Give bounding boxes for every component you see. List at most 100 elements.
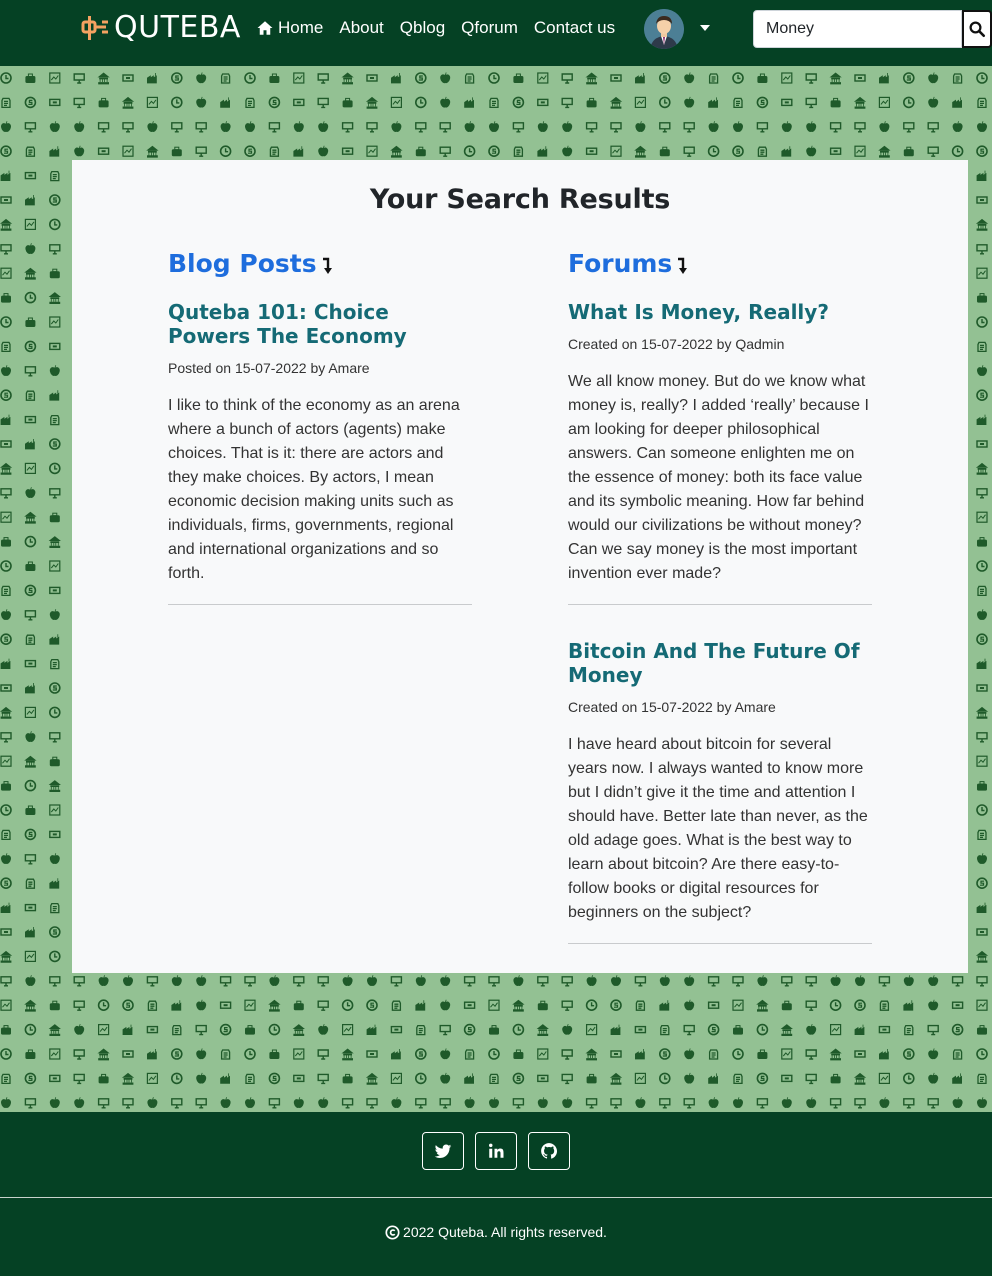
pattern-motif	[48, 462, 61, 475]
pattern-motif	[464, 121, 475, 132]
pattern-motif	[829, 1023, 842, 1036]
pattern-motif	[879, 73, 889, 84]
pattern-motif	[634, 96, 647, 108]
pattern-motif	[123, 975, 133, 986]
pattern-motif	[805, 73, 817, 84]
pattern-motif	[928, 1048, 939, 1060]
blog-post-title[interactable]: Quteba 101: Choice Powers The Economy	[168, 300, 472, 348]
pattern-motif	[391, 121, 402, 132]
search-input[interactable]	[753, 10, 962, 48]
pattern-motif	[756, 999, 769, 1012]
pattern-motif	[146, 1049, 157, 1060]
nav-home[interactable]: Home	[256, 18, 323, 38]
pattern-motif	[951, 1001, 964, 1009]
pattern-motif	[0, 414, 11, 426]
pattern-motif	[1, 781, 11, 791]
pattern-motif	[98, 975, 109, 986]
nav-qforum[interactable]: Qforum	[461, 18, 518, 38]
user-menu-caret-icon[interactable]	[700, 25, 710, 31]
pattern-motif	[488, 976, 500, 987]
pattern-motif	[24, 267, 37, 280]
pattern-motif	[440, 1048, 451, 1060]
pattern-motif	[952, 97, 962, 108]
pattern-motif	[977, 1073, 987, 1085]
nav-about[interactable]: About	[339, 18, 383, 38]
pattern-motif	[73, 1000, 85, 1011]
pattern-motif	[878, 96, 891, 108]
forum-post-excerpt: We all know money. But do we know what m…	[568, 373, 869, 582]
pattern-motif	[951, 145, 964, 157]
pattern-motif	[977, 121, 987, 132]
pattern-motif	[513, 146, 524, 157]
linkedin-button[interactable]	[475, 1132, 517, 1170]
nav-contact[interactable]: Contact us	[534, 18, 615, 38]
pattern-motif	[781, 146, 792, 157]
forum-post-excerpt: I have heard about bitcoin for several y…	[568, 736, 868, 921]
pattern-motif	[683, 1024, 695, 1036]
pattern-motif	[0, 560, 12, 572]
pattern-motif	[24, 584, 37, 597]
forums-heading: Forums	[568, 244, 872, 278]
pattern-motif	[317, 97, 329, 109]
pattern-motif	[635, 1049, 645, 1060]
pattern-motif	[171, 1048, 183, 1060]
navbar: QUTEBA Home About Qblog Qforum Contact u…	[0, 0, 992, 66]
pattern-motif	[0, 950, 13, 963]
pattern-motif	[49, 72, 61, 84]
pattern-motif	[24, 511, 37, 524]
pattern-motif	[489, 97, 499, 109]
pattern-motif	[732, 999, 744, 1011]
twitter-button[interactable]	[422, 1132, 464, 1170]
pattern-motif	[977, 1097, 987, 1108]
pattern-motif	[25, 243, 36, 254]
pattern-motif	[219, 1001, 232, 1009]
pattern-motif	[391, 1000, 402, 1011]
pattern-motif	[244, 72, 256, 84]
pattern-motif	[513, 73, 524, 83]
pattern-motif	[976, 170, 987, 181]
pattern-motif	[196, 975, 207, 986]
forum-post-title[interactable]: What Is Money, Really?	[568, 300, 872, 324]
pattern-motif	[609, 1072, 623, 1085]
pattern-motif	[317, 1049, 329, 1060]
pattern-motif	[269, 1049, 280, 1059]
pattern-motif	[365, 96, 379, 109]
pattern-motif	[585, 147, 598, 155]
pattern-motif	[537, 146, 548, 157]
pattern-motif	[733, 97, 743, 109]
pattern-motif	[98, 97, 109, 108]
brand-link[interactable]: QUTEBA	[80, 10, 241, 46]
social-links	[422, 1132, 581, 1170]
pattern-motif	[902, 1072, 915, 1085]
user-avatar[interactable]	[644, 9, 684, 49]
pattern-motif	[683, 146, 695, 157]
pattern-motif	[147, 1000, 158, 1011]
pattern-motif	[684, 96, 695, 108]
pattern-motif	[318, 145, 329, 157]
pattern-motif	[977, 829, 987, 841]
pattern-motif	[245, 121, 255, 132]
pattern-motif	[269, 73, 280, 83]
pattern-motif	[244, 999, 256, 1011]
pattern-motif	[756, 1023, 769, 1036]
nav-qblog[interactable]: Qblog	[400, 18, 445, 38]
pattern-motif	[172, 1024, 182, 1036]
pattern-motif	[24, 1098, 37, 1109]
pattern-motif	[49, 1000, 60, 1011]
pattern-motif	[24, 439, 35, 450]
pattern-motif	[293, 1097, 304, 1108]
github-button[interactable]	[528, 1132, 570, 1170]
pattern-motif	[49, 390, 60, 401]
pattern-motif	[952, 1049, 963, 1060]
pattern-motif	[97, 72, 110, 85]
pattern-motif	[24, 950, 36, 963]
pattern-motif	[537, 976, 549, 987]
pattern-motif	[512, 122, 525, 133]
pattern-motif	[171, 1098, 183, 1109]
pattern-motif	[732, 145, 744, 157]
pattern-motif	[683, 1098, 695, 1109]
pattern-motif	[341, 147, 354, 155]
search-button[interactable]	[962, 10, 992, 48]
pattern-motif	[757, 1049, 768, 1059]
forum-post-title[interactable]: Bitcoin And The Future Of Money	[568, 639, 872, 687]
